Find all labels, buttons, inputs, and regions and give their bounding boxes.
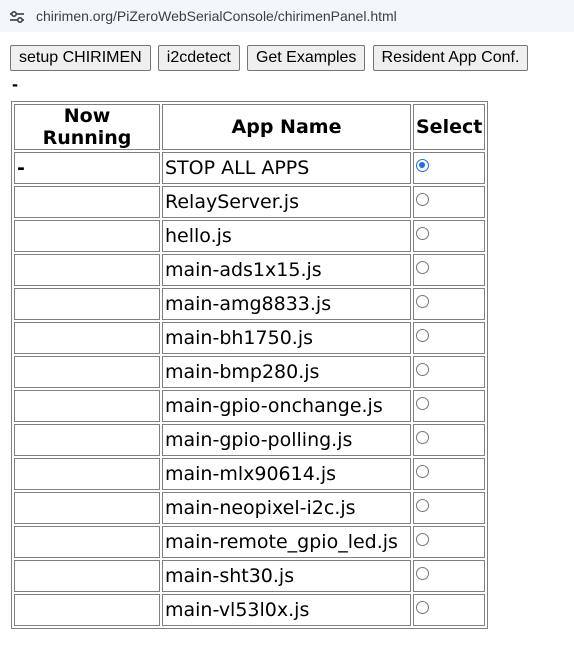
- now-running-cell: [14, 254, 160, 286]
- select-radio[interactable]: [416, 329, 429, 342]
- get-examples-button[interactable]: Get Examples: [246, 45, 366, 71]
- app-name-cell: STOP ALL APPS: [162, 152, 411, 184]
- table-row: main-gpio-polling.js: [14, 424, 486, 456]
- select-cell: [413, 526, 486, 558]
- select-radio[interactable]: [416, 499, 429, 512]
- app-name-cell: main-bmp280.js: [162, 356, 411, 388]
- table-header-row: Now Running App Name Select: [14, 104, 486, 150]
- app-name-cell: main-gpio-onchange.js: [162, 390, 411, 422]
- now-running-cell: [14, 594, 160, 626]
- now-running-cell: [14, 424, 160, 456]
- table-row: main-vl53l0x.js: [14, 594, 486, 626]
- table-row: - STOP ALL APPS: [14, 152, 486, 184]
- apps-table: Now Running App Name Select - STOP ALL AP…: [11, 101, 489, 629]
- table-row: main-sht30.js: [14, 560, 486, 592]
- now-running-cell: [14, 492, 160, 524]
- now-running-cell: [14, 356, 160, 388]
- column-header-app-name: App Name: [162, 104, 411, 150]
- status-text: -: [12, 74, 18, 94]
- select-radio[interactable]: [416, 159, 429, 172]
- setup-chirimen-button[interactable]: setup CHIRIMEN: [10, 45, 151, 71]
- select-radio[interactable]: [416, 533, 429, 546]
- app-name-cell: main-ads1x15.js: [162, 254, 411, 286]
- select-cell: [413, 594, 486, 626]
- app-name-cell: main-remote_gpio_led.js: [162, 526, 411, 558]
- select-cell: [413, 424, 486, 456]
- resident-app-conf-button[interactable]: Resident App Conf.: [372, 45, 529, 71]
- select-cell: [413, 356, 486, 388]
- now-running-cell: [14, 288, 160, 320]
- select-radio[interactable]: [416, 193, 429, 206]
- app-name-cell: main-sht30.js: [162, 560, 411, 592]
- select-cell: [413, 254, 486, 286]
- select-radio[interactable]: [416, 295, 429, 308]
- table-row: main-remote_gpio_led.js: [14, 526, 486, 558]
- toolbar: setup CHIRIMEN i2cdetect Get Examples Re…: [10, 45, 530, 71]
- now-running-cell: [14, 458, 160, 490]
- app-name-cell: main-mlx90614.js: [162, 458, 411, 490]
- select-cell: [413, 288, 486, 320]
- app-name-cell: RelayServer.js: [162, 186, 411, 218]
- table-row: RelayServer.js: [14, 186, 486, 218]
- now-running-cell: -: [14, 152, 160, 184]
- now-running-cell: [14, 186, 160, 218]
- select-cell: [413, 186, 486, 218]
- select-cell: [413, 560, 486, 592]
- now-running-cell: [14, 322, 160, 354]
- table-row: main-mlx90614.js: [14, 458, 486, 490]
- table-row: main-bh1750.js: [14, 322, 486, 354]
- app-name-cell: main-bh1750.js: [162, 322, 411, 354]
- table-row: main-ads1x15.js: [14, 254, 486, 286]
- now-running-cell: [14, 526, 160, 558]
- table-row: hello.js: [14, 220, 486, 252]
- select-cell: [413, 322, 486, 354]
- select-cell: [413, 458, 486, 490]
- url-text[interactable]: chirimen.org/PiZeroWebSerialConsole/chir…: [36, 8, 397, 24]
- column-header-now-running: Now Running: [14, 104, 160, 150]
- select-cell: [413, 390, 486, 422]
- address-bar[interactable]: chirimen.org/PiZeroWebSerialConsole/chir…: [0, 0, 574, 32]
- select-radio[interactable]: [416, 567, 429, 580]
- select-cell: [413, 220, 486, 252]
- select-radio[interactable]: [416, 227, 429, 240]
- select-radio[interactable]: [416, 465, 429, 478]
- select-cell: [413, 492, 486, 524]
- app-name-cell: main-vl53l0x.js: [162, 594, 411, 626]
- table-row: main-amg8833.js: [14, 288, 486, 320]
- now-running-cell: [14, 390, 160, 422]
- now-running-cell: [14, 220, 160, 252]
- site-settings-icon[interactable]: [9, 9, 25, 24]
- table-row: main-neopixel-i2c.js: [14, 492, 486, 524]
- app-name-cell: main-gpio-polling.js: [162, 424, 411, 456]
- table-row: main-gpio-onchange.js: [14, 390, 486, 422]
- app-name-cell: hello.js: [162, 220, 411, 252]
- select-cell: [413, 152, 486, 184]
- i2cdetect-button[interactable]: i2cdetect: [157, 45, 240, 71]
- select-radio[interactable]: [416, 363, 429, 376]
- now-running-cell: [14, 560, 160, 592]
- select-radio[interactable]: [416, 397, 429, 410]
- app-name-cell: main-amg8833.js: [162, 288, 411, 320]
- column-header-select: Select: [413, 104, 486, 150]
- app-name-cell: main-neopixel-i2c.js: [162, 492, 411, 524]
- select-radio[interactable]: [416, 601, 429, 614]
- select-radio[interactable]: [416, 261, 429, 274]
- table-row: main-bmp280.js: [14, 356, 486, 388]
- select-radio[interactable]: [416, 431, 429, 444]
